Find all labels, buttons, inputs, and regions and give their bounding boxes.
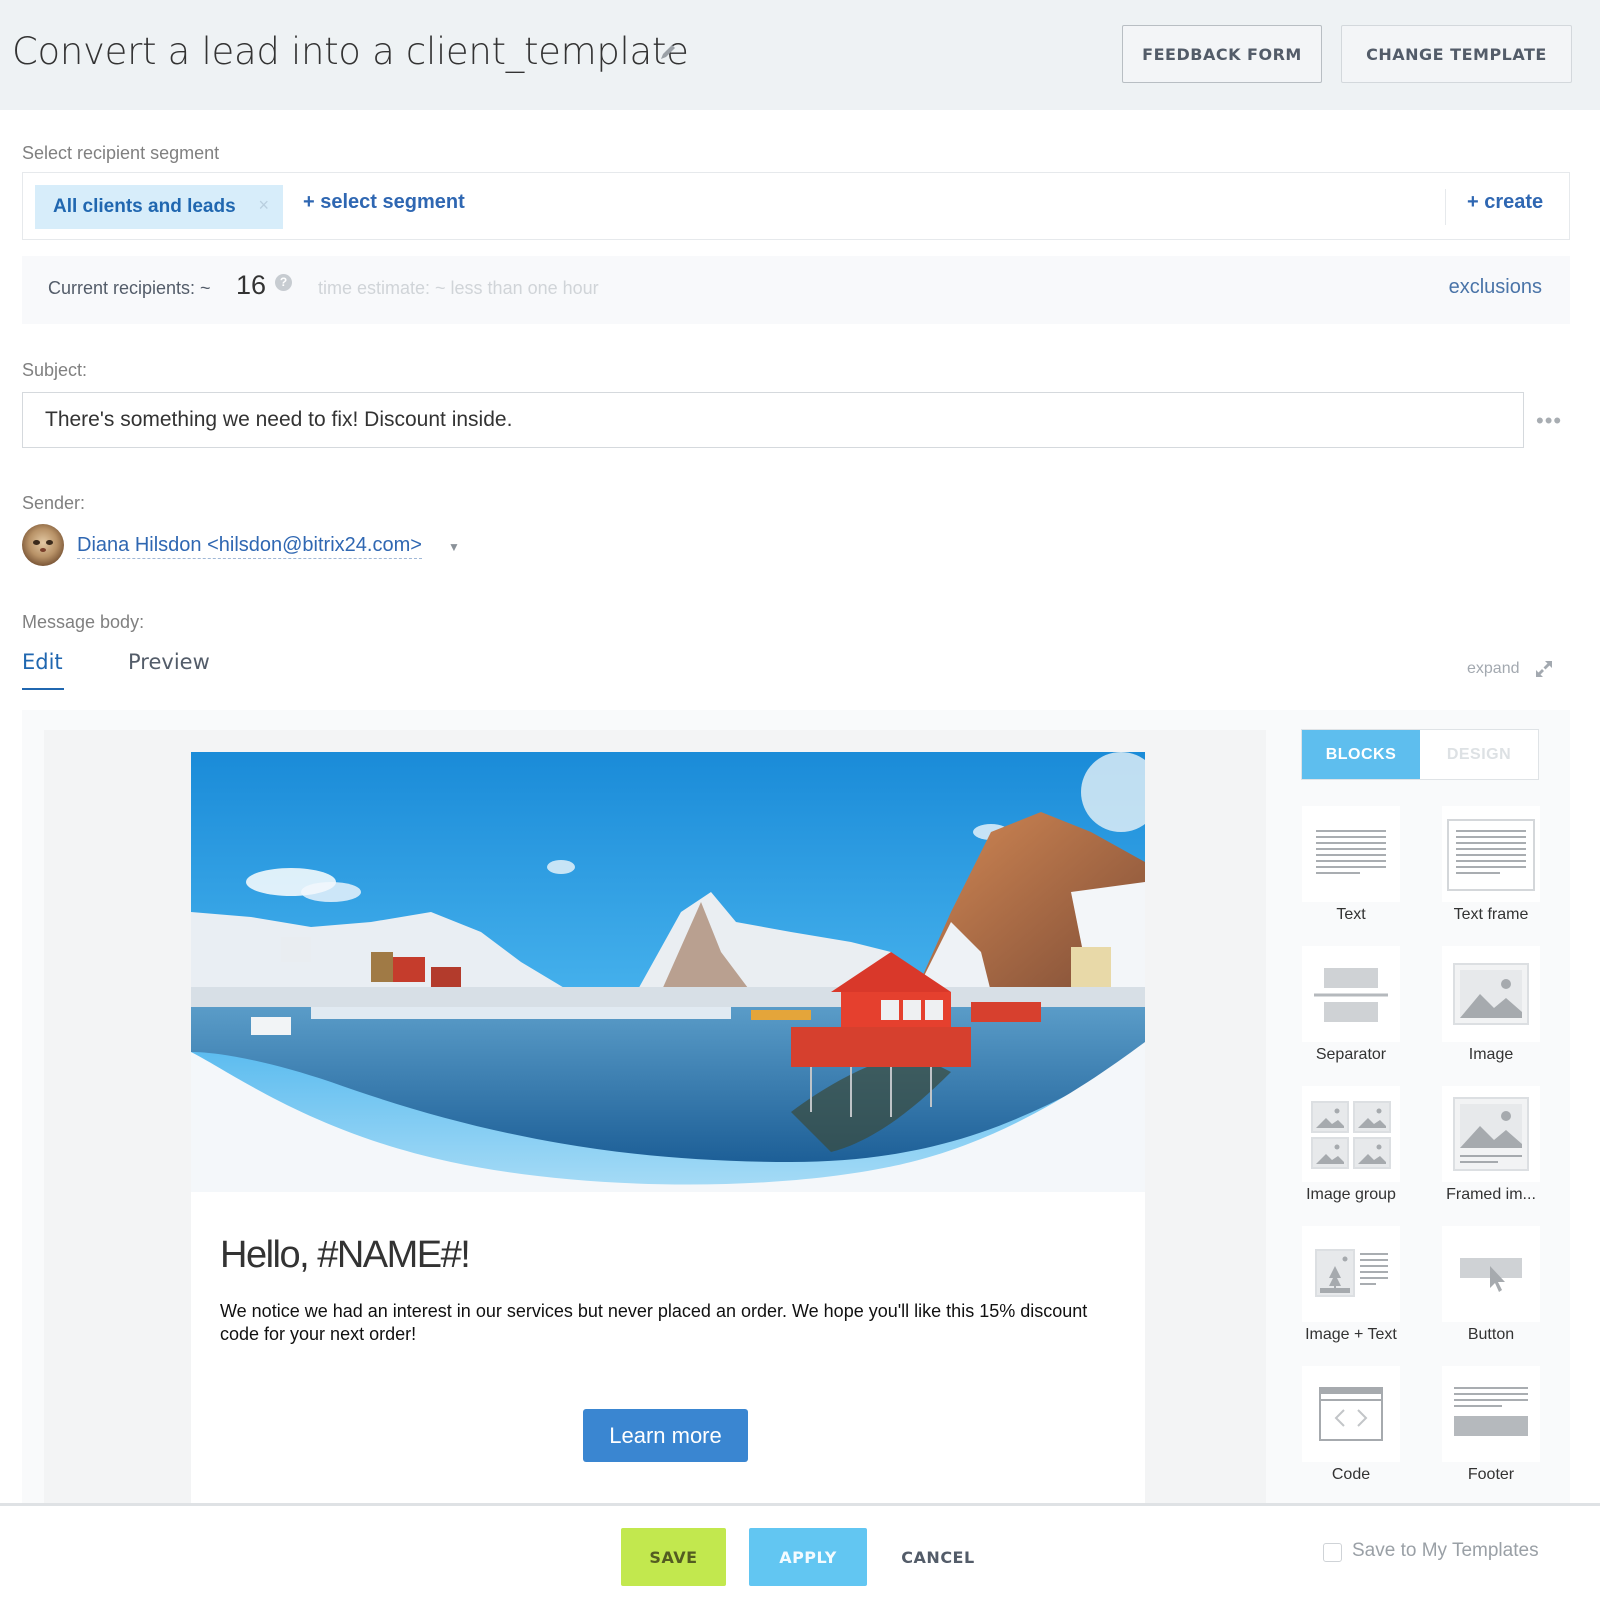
expand-icon[interactable]	[1534, 659, 1554, 679]
subject-label: Subject:	[22, 360, 88, 380]
header-image[interactable]	[191, 752, 1145, 1192]
block-text[interactable]	[1302, 806, 1400, 902]
block-label: Framed im...	[1446, 1186, 1536, 1203]
image-group-block-icon	[1311, 1101, 1391, 1169]
message-body-label: Message body:	[22, 612, 145, 632]
expand-link[interactable]: expand	[1467, 660, 1520, 678]
recipients-count: 16	[236, 270, 267, 300]
block-label: Footer	[1467, 1466, 1515, 1483]
text-block-icon	[1316, 830, 1386, 874]
block-label: Image + Text	[1305, 1326, 1397, 1343]
time-estimate: time estimate: ~ less than one hour	[318, 278, 599, 298]
tab-preview[interactable]: Preview	[128, 650, 210, 674]
chevron-down-icon[interactable]: ▼	[448, 540, 460, 554]
image-block-icon	[1453, 963, 1529, 1025]
email-heading[interactable]: Hello, #NAME#!	[220, 1234, 471, 1277]
framed-image-block-icon	[1453, 1097, 1529, 1171]
pencil-icon[interactable]	[658, 42, 678, 62]
avatar	[22, 524, 64, 566]
subject-input[interactable]: There's something we need to fix! Discou…	[22, 392, 1524, 448]
save-to-templates-checkbox[interactable]	[1323, 1543, 1342, 1562]
save-button[interactable]: SAVE	[621, 1528, 726, 1586]
tab-blocks[interactable]: BLOCKS	[1302, 730, 1420, 779]
footer-bar: SAVE APPLY CANCEL Save to My Templates	[0, 1503, 1600, 1600]
segment-chip[interactable]: All clients and leads ×	[35, 185, 283, 229]
image-text-block-icon	[1315, 1249, 1388, 1297]
email-body-text[interactable]: We notice we had an interest in our serv…	[220, 1300, 1100, 1346]
editor-canvas: Hello, #NAME#! We notice we had an inter…	[44, 730, 1266, 1512]
segment-chip-label: All clients and leads	[53, 196, 236, 217]
separator-block-icon	[1314, 968, 1388, 1022]
exclusions-link[interactable]: exclusions	[1449, 276, 1542, 299]
email-preview: Hello, #NAME#! We notice we had an inter…	[191, 752, 1145, 1512]
sender-select[interactable]: Diana Hilsdon <hilsdon@bitrix24.com>	[77, 534, 422, 559]
create-segment-link[interactable]: + create	[1467, 191, 1543, 214]
block-label: Code	[1331, 1466, 1371, 1483]
recipients-label: Current recipients: ~	[48, 278, 211, 298]
button-block-icon	[1460, 1258, 1522, 1292]
block-label: Image	[1468, 1046, 1514, 1063]
panel-tabs: BLOCKS DESIGN	[1301, 729, 1539, 780]
page-header: Convert a lead into a client_template FE…	[0, 0, 1600, 110]
page-title: Convert a lead into a client_template	[12, 30, 689, 73]
more-options-icon[interactable]: •••	[1536, 408, 1562, 434]
learn-more-button[interactable]: Learn more	[583, 1409, 748, 1462]
help-icon[interactable]: ?	[275, 274, 292, 291]
block-image-text[interactable]	[1302, 1226, 1400, 1322]
recipients-bar: Current recipients: ~ 16 ? time estimate…	[22, 256, 1570, 324]
block-separator[interactable]	[1302, 946, 1400, 1042]
apply-button[interactable]: APPLY	[749, 1528, 867, 1586]
segment-label: Select recipient segment	[22, 143, 220, 163]
divider	[1445, 189, 1446, 225]
select-segment-link[interactable]: + select segment	[303, 191, 465, 214]
footer-block-icon	[1454, 1387, 1528, 1436]
block-label: Text frame	[1453, 906, 1529, 923]
block-framed-image[interactable]	[1442, 1086, 1540, 1182]
segment-selector[interactable]: All clients and leads × + select segment…	[22, 172, 1570, 240]
block-footer[interactable]	[1442, 1366, 1540, 1462]
sender-label: Sender:	[22, 493, 86, 513]
code-block-icon	[1319, 1387, 1383, 1441]
block-label: Text	[1336, 906, 1366, 923]
tab-edit[interactable]: Edit	[22, 650, 63, 674]
remove-icon[interactable]: ×	[258, 195, 269, 216]
active-tab-indicator	[22, 688, 64, 690]
block-label: Image group	[1306, 1186, 1396, 1203]
block-button[interactable]	[1442, 1226, 1540, 1322]
feedback-form-button[interactable]: FEEDBACK FORM	[1122, 25, 1322, 83]
cancel-button[interactable]: CANCEL	[888, 1528, 988, 1586]
block-image[interactable]	[1442, 946, 1540, 1042]
block-code[interactable]	[1302, 1366, 1400, 1462]
block-image-group[interactable]	[1302, 1086, 1400, 1182]
change-template-button[interactable]: CHANGE TEMPLATE	[1341, 25, 1572, 83]
save-to-templates-label[interactable]: Save to My Templates	[1352, 1540, 1539, 1562]
text-frame-block-icon	[1447, 819, 1535, 891]
block-label: Button	[1467, 1326, 1515, 1343]
block-text-frame[interactable]	[1442, 806, 1540, 902]
block-label: Separator	[1315, 1046, 1387, 1063]
tab-design[interactable]: DESIGN	[1420, 730, 1538, 779]
